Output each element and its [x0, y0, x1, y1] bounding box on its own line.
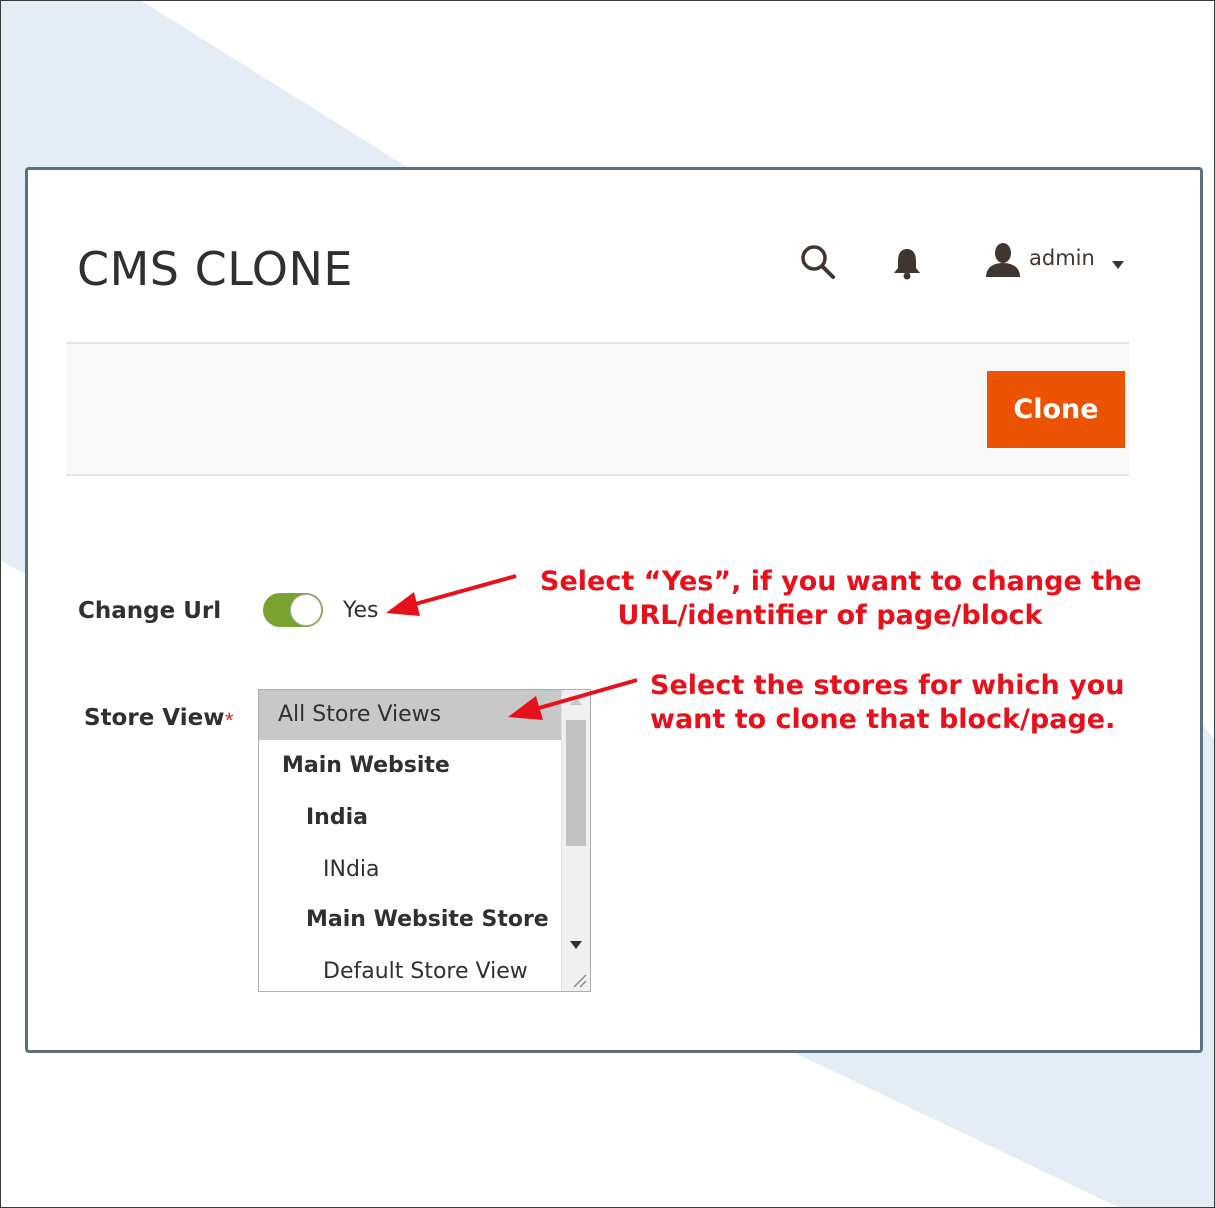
scroll-up-icon[interactable]: [568, 694, 584, 706]
search-icon[interactable]: [798, 242, 838, 282]
user-name: admin: [1029, 246, 1095, 270]
resize-grip-icon[interactable]: [568, 969, 588, 989]
change-url-annotation-line2: URL/identifier of page/block: [617, 600, 1043, 631]
store-option-default-store-view[interactable]: Default Store View: [259, 947, 590, 991]
header-actions: admin: [798, 240, 1178, 280]
store-view-annotation-line2: want to clone that block/page.: [650, 704, 1116, 735]
scroll-thumb[interactable]: [566, 720, 586, 846]
scroll-down-icon[interactable]: [568, 938, 584, 950]
change-url-annotation-line1: Select “Yes”, if you want to change the: [540, 566, 1142, 597]
required-indicator: *: [225, 708, 234, 733]
clone-button[interactable]: Clone: [987, 371, 1125, 448]
store-option-india-group[interactable]: India: [259, 793, 590, 843]
store-option-all-store-views[interactable]: All Store Views: [259, 690, 578, 740]
bell-icon[interactable]: [891, 246, 923, 280]
user-icon: [984, 243, 1022, 277]
chevron-down-icon: [1112, 256, 1124, 269]
page-actions-bar: Clone: [66, 342, 1129, 476]
page-title: CMS CLONE: [77, 242, 353, 296]
toggle-knob: [290, 594, 322, 626]
store-view-annotation-line1: Select the stores for which you: [650, 670, 1125, 701]
store-view-multiselect[interactable]: All Store Views Main Website India INdia…: [258, 689, 591, 992]
store-option-main-website-store[interactable]: Main Website Store: [259, 895, 590, 945]
change-url-value: Yes: [343, 598, 379, 623]
store-option-main-website[interactable]: Main Website: [259, 741, 582, 791]
store-option-india-view[interactable]: INdia: [259, 845, 590, 895]
scrollbar[interactable]: [561, 690, 590, 991]
store-view-label: Store View: [84, 705, 225, 731]
change-url-label: Change Url: [78, 598, 222, 624]
change-url-toggle[interactable]: [263, 593, 323, 627]
